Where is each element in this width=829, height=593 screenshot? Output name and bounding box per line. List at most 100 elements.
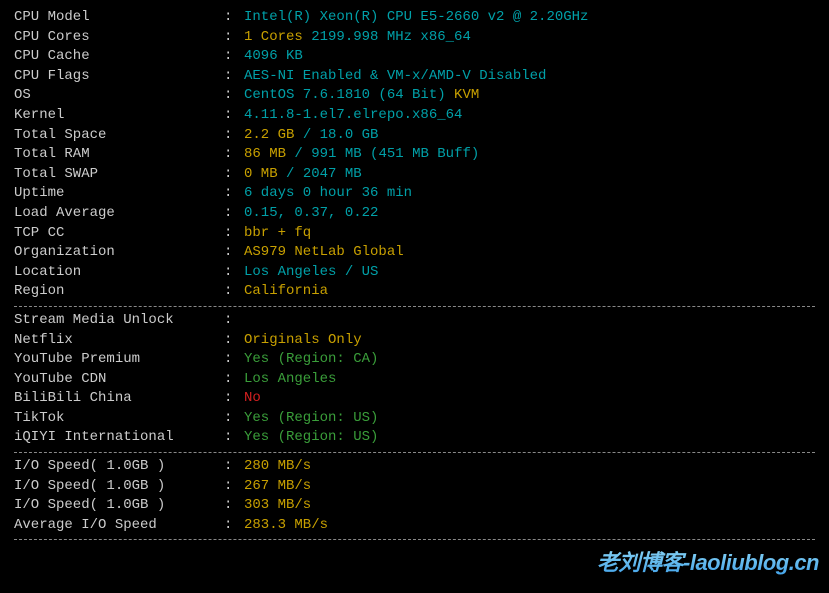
netflix-label: Netflix bbox=[14, 331, 224, 351]
os-virt: KVM bbox=[446, 86, 480, 106]
colon: : bbox=[224, 282, 244, 302]
colon: : bbox=[224, 311, 244, 331]
colon: : bbox=[224, 477, 244, 497]
os-value: CentOS 7.6.1810 (64 Bit) bbox=[244, 86, 446, 106]
total-ram-sep: / bbox=[286, 145, 311, 165]
load-value: 0.15, 0.37, 0.22 bbox=[244, 204, 378, 224]
colon: : bbox=[224, 370, 244, 390]
org-label: Organization bbox=[14, 243, 224, 263]
total-ram-buff: (451 MB Buff) bbox=[362, 145, 480, 165]
iqiyi-value: Yes (Region: US) bbox=[244, 428, 378, 448]
kernel-value: 4.11.8-1.el7.elrepo.x86_64 bbox=[244, 106, 462, 126]
row-yt-premium: YouTube Premium : Yes (Region: CA) bbox=[14, 350, 815, 370]
cpu-cache-value: 4096 KB bbox=[244, 47, 303, 67]
netflix-value: Originals Only bbox=[244, 331, 362, 351]
load-label: Load Average bbox=[14, 204, 224, 224]
tcp-label: TCP CC bbox=[14, 224, 224, 244]
yt-premium-value: Yes (Region: CA) bbox=[244, 350, 378, 370]
row-io-avg: Average I/O Speed : 283.3 MB/s bbox=[14, 516, 815, 536]
row-cpu-model: CPU Model : Intel(R) Xeon(R) CPU E5-2660… bbox=[14, 8, 815, 28]
bilibili-value: No bbox=[244, 389, 261, 409]
watermark: 老刘博客-laoliublog.cn bbox=[597, 548, 819, 579]
location-value: Los Angeles / US bbox=[244, 263, 378, 283]
colon: : bbox=[224, 409, 244, 429]
total-swap-used: 0 MB bbox=[244, 165, 278, 185]
row-kernel: Kernel : 4.11.8-1.el7.elrepo.x86_64 bbox=[14, 106, 815, 126]
row-io-2: I/O Speed( 1.0GB ) : 267 MB/s bbox=[14, 477, 815, 497]
io-3-value: 303 MB/s bbox=[244, 496, 311, 516]
kernel-label: Kernel bbox=[14, 106, 224, 126]
colon: : bbox=[224, 263, 244, 283]
uptime-label: Uptime bbox=[14, 184, 224, 204]
total-ram-used: 86 MB bbox=[244, 145, 286, 165]
row-region: Region : California bbox=[14, 282, 815, 302]
uptime-value: 6 days 0 hour 36 min bbox=[244, 184, 412, 204]
row-tiktok: TikTok : Yes (Region: US) bbox=[14, 409, 815, 429]
region-label: Region bbox=[14, 282, 224, 302]
cpu-cache-label: CPU Cache bbox=[14, 47, 224, 67]
tiktok-value: Yes (Region: US) bbox=[244, 409, 378, 429]
row-cpu-cache: CPU Cache : 4096 KB bbox=[14, 47, 815, 67]
colon: : bbox=[224, 204, 244, 224]
row-total-ram: Total RAM : 86 MB / 991 MB (451 MB Buff) bbox=[14, 145, 815, 165]
row-location: Location : Los Angeles / US bbox=[14, 263, 815, 283]
yt-premium-label: YouTube Premium bbox=[14, 350, 224, 370]
total-space-total: 18.0 GB bbox=[320, 126, 379, 146]
total-space-used: 2.2 GB bbox=[244, 126, 294, 146]
cpu-model-label: CPU Model bbox=[14, 8, 224, 28]
region-value: California bbox=[244, 282, 328, 302]
row-io-3: I/O Speed( 1.0GB ) : 303 MB/s bbox=[14, 496, 815, 516]
colon: : bbox=[224, 224, 244, 244]
io-avg-label: Average I/O Speed bbox=[14, 516, 224, 536]
colon: : bbox=[224, 389, 244, 409]
row-tcp: TCP CC : bbr + fq bbox=[14, 224, 815, 244]
io-2-value: 267 MB/s bbox=[244, 477, 311, 497]
io-1-label: I/O Speed( 1.0GB ) bbox=[14, 457, 224, 477]
row-iqiyi: iQIYI International : Yes (Region: US) bbox=[14, 428, 815, 448]
colon: : bbox=[224, 165, 244, 185]
row-bilibili: BiliBili China : No bbox=[14, 389, 815, 409]
row-load: Load Average : 0.15, 0.37, 0.22 bbox=[14, 204, 815, 224]
stream-header-label: Stream Media Unlock bbox=[14, 311, 224, 331]
location-label: Location bbox=[14, 263, 224, 283]
row-org: Organization : AS979 NetLab Global bbox=[14, 243, 815, 263]
colon: : bbox=[224, 457, 244, 477]
row-total-space: Total Space : 2.2 GB / 18.0 GB bbox=[14, 126, 815, 146]
colon: : bbox=[224, 145, 244, 165]
total-ram-total: 991 MB bbox=[311, 145, 361, 165]
tiktok-label: TikTok bbox=[14, 409, 224, 429]
row-stream-header: Stream Media Unlock : bbox=[14, 311, 815, 331]
yt-cdn-label: YouTube CDN bbox=[14, 370, 224, 390]
total-swap-label: Total SWAP bbox=[14, 165, 224, 185]
row-uptime: Uptime : 6 days 0 hour 36 min bbox=[14, 184, 815, 204]
colon: : bbox=[224, 516, 244, 536]
row-io-1: I/O Speed( 1.0GB ) : 280 MB/s bbox=[14, 457, 815, 477]
tcp-value: bbr + fq bbox=[244, 224, 311, 244]
cpu-flags-label: CPU Flags bbox=[14, 67, 224, 87]
colon: : bbox=[224, 243, 244, 263]
cpu-cores-count: 1 Cores bbox=[244, 28, 303, 48]
total-ram-label: Total RAM bbox=[14, 145, 224, 165]
divider bbox=[14, 539, 815, 540]
cpu-flags-value: AES-NI Enabled & VM-x/AMD-V Disabled bbox=[244, 67, 546, 87]
colon: : bbox=[224, 350, 244, 370]
divider bbox=[14, 306, 815, 307]
io-2-label: I/O Speed( 1.0GB ) bbox=[14, 477, 224, 497]
total-swap-sep: / bbox=[278, 165, 303, 185]
io-1-value: 280 MB/s bbox=[244, 457, 311, 477]
row-total-swap: Total SWAP : 0 MB / 2047 MB bbox=[14, 165, 815, 185]
colon: : bbox=[224, 331, 244, 351]
cpu-model-value: Intel(R) Xeon(R) CPU E5-2660 v2 @ 2.20GH… bbox=[244, 8, 588, 28]
divider bbox=[14, 452, 815, 453]
os-label: OS bbox=[14, 86, 224, 106]
colon: : bbox=[224, 428, 244, 448]
row-yt-cdn: YouTube CDN : Los Angeles bbox=[14, 370, 815, 390]
cpu-cores-freq: 2199.998 MHz x86_64 bbox=[303, 28, 471, 48]
total-space-label: Total Space bbox=[14, 126, 224, 146]
row-cpu-cores: CPU Cores : 1 Cores 2199.998 MHz x86_64 bbox=[14, 28, 815, 48]
colon: : bbox=[224, 8, 244, 28]
yt-cdn-value: Los Angeles bbox=[244, 370, 336, 390]
iqiyi-label: iQIYI International bbox=[14, 428, 224, 448]
colon: : bbox=[224, 184, 244, 204]
colon: : bbox=[224, 106, 244, 126]
